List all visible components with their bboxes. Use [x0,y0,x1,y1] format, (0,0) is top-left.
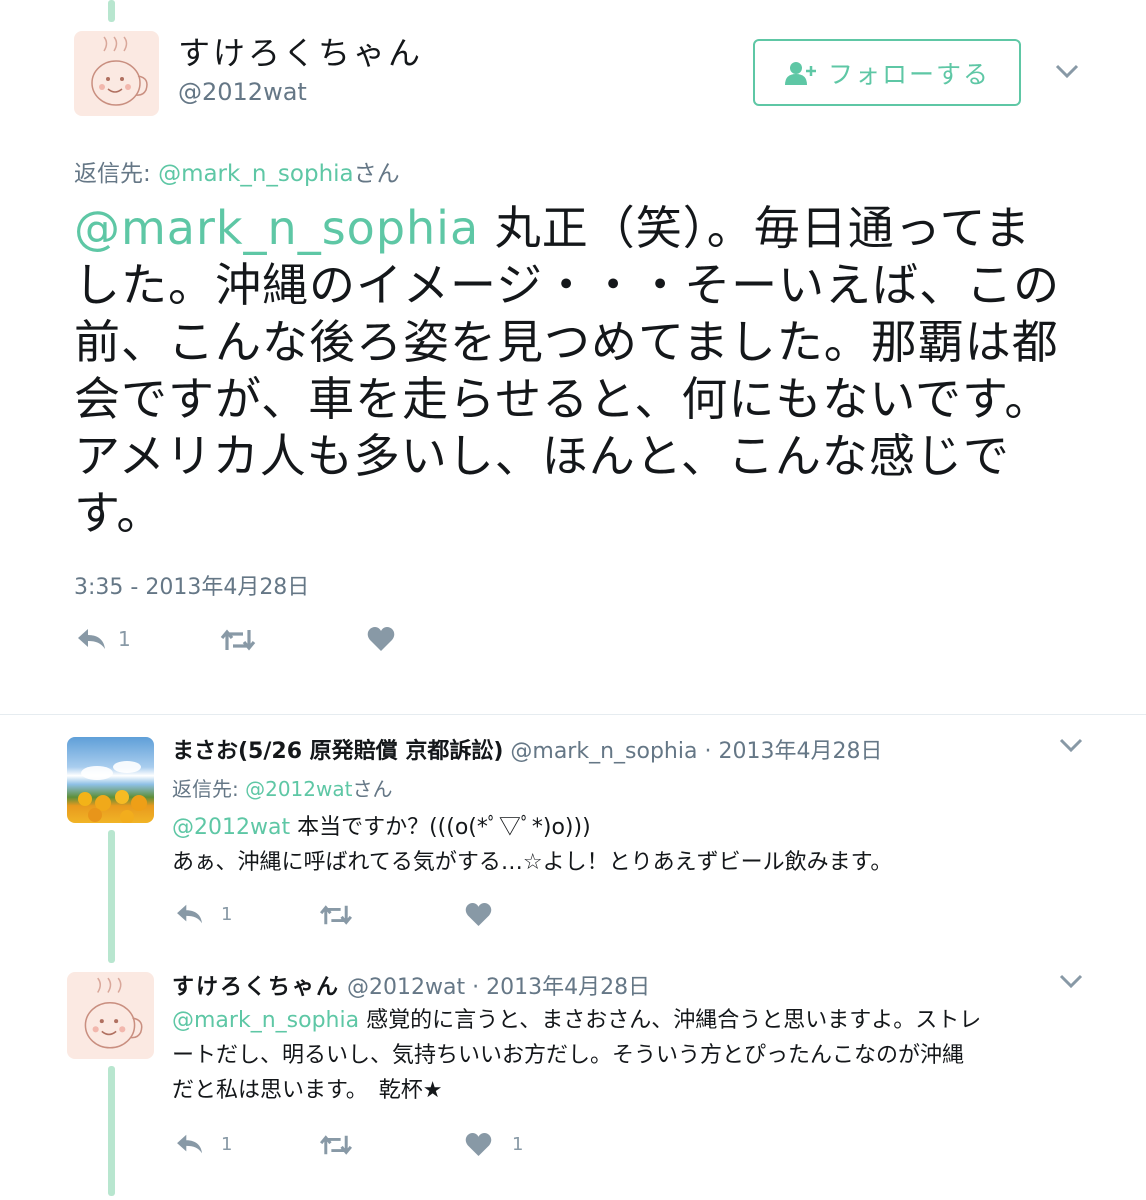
like-count: 1 [512,1134,524,1155]
reply-handle[interactable]: @mark_n_sophia [510,739,697,764]
like-button[interactable]: 1 [465,1132,523,1157]
reply-line: @mark_n_sophia 感覚的に言うと、まさおさん、沖縄合うと思いますよ。… [172,1003,981,1038]
thread-line [108,830,115,963]
like-button[interactable] [465,902,492,927]
reply-display-name[interactable]: まさお(5/26 原発賠償 京都訴訟) [172,739,503,764]
reply-icon [177,1134,202,1154]
avatar[interactable] [74,31,159,116]
cup-drawing-icon [84,977,143,1049]
reply-line: あぁ、沖縄に呼ばれてる気がする…☆よし！とりあえずビール飲みます。 [172,850,893,875]
retweet-button[interactable] [318,1132,354,1158]
reply-date[interactable]: · 2013年4月28日 [704,739,882,764]
avatar[interactable] [67,972,154,1059]
reply-line: だと私は思います。 乾杯★ [172,1078,443,1103]
mention-link[interactable]: @mark_n_sophia [172,1008,359,1033]
follow-label: フォローする [827,59,990,89]
reply-to-prefix: 返信先: [74,161,159,187]
reply-header: まさお(5/26 原発賠償 京都訴訟) @mark_n_sophia · 201… [172,733,882,765]
retweet-button[interactable] [219,626,257,654]
mention-link[interactable]: @2012wat [172,815,290,840]
reply-count: 1 [221,1133,233,1155]
reply-button[interactable]: 1 [175,902,232,926]
tweet-timestamp[interactable]: 3:35 - 2013年4月28日 [74,569,309,601]
reply-button[interactable]: 1 [76,626,131,652]
reply-context: 返信先: @mark_n_sophiaさん [74,154,400,188]
user-plus-icon [784,61,816,85]
reply-display-name[interactable]: すけろくちゃん [172,975,340,1000]
reply-count: 1 [118,627,131,651]
reply-line-text: 本当ですか？(((o(*ﾟ▽ﾟ*)o))) [290,815,591,840]
retweet-icon [320,905,352,925]
retweet-icon [220,629,256,651]
sunflower-photo-icon [78,761,147,823]
reply-context: 返信先: @2012watさん [172,773,392,802]
divider [0,714,1146,715]
reply-line: ートだし、明るいし、気持ちいいお方だし。そういう方とぴったんこなのが沖縄 [172,1043,965,1068]
chevron-down-icon[interactable] [1056,734,1086,756]
reply-to-prefix: 返信先: [172,777,246,801]
thread-line [108,1066,115,1196]
avatar[interactable] [67,737,154,823]
reply-handle[interactable]: @2012wat [347,975,465,1000]
user-handle[interactable]: @2012wat [178,78,307,106]
like-button[interactable] [367,626,395,652]
reply-text: @mark_n_sophia 感覚的に言うと、まさおさん、沖縄合うと思いますよ。… [172,1003,981,1108]
reply-to-link[interactable]: @mark_n_sophia [158,161,354,187]
follow-button[interactable]: フォローする [753,39,1021,106]
reply-text: @2012wat 本当ですか？(((o(*ﾟ▽ﾟ*)o))) あぁ、沖縄に呼ばれ… [172,810,892,880]
chevron-down-icon[interactable] [1052,60,1082,82]
display-name[interactable]: すけろくちゃん [178,28,423,74]
reply-icon [177,904,202,924]
cup-drawing-icon [91,36,148,106]
heart-icon [465,902,492,927]
reply-icon [78,629,105,649]
tweet-text: @mark_n_sophia 丸正（笑）。毎日通ってました。沖縄のイメージ・・・… [74,200,1074,542]
thread-line-top [108,0,115,22]
reply-date[interactable]: · 2013年4月28日 [472,975,650,1000]
reply-line-text: 感覚的に言うと、まさおさん、沖縄合うと思いますよ。ストレ [359,1008,982,1033]
reply-to-link[interactable]: @2012wat [245,777,352,801]
retweet-icon [320,1135,352,1155]
reply-to-suffix: さん [353,161,400,187]
retweet-button[interactable] [318,902,354,928]
heart-icon [465,1132,492,1157]
mention-link[interactable]: @mark_n_sophia [74,201,479,255]
reply-header: すけろくちゃん @2012wat · 2013年4月28日 [172,969,650,1001]
reply-count: 1 [221,903,233,925]
reply-button[interactable]: 1 [175,1132,232,1156]
reply-to-suffix: さん [352,777,393,801]
heart-icon [367,627,395,651]
chevron-down-icon[interactable] [1056,970,1086,992]
reply-line: @2012wat 本当ですか？(((o(*ﾟ▽ﾟ*)o))) [172,810,892,845]
